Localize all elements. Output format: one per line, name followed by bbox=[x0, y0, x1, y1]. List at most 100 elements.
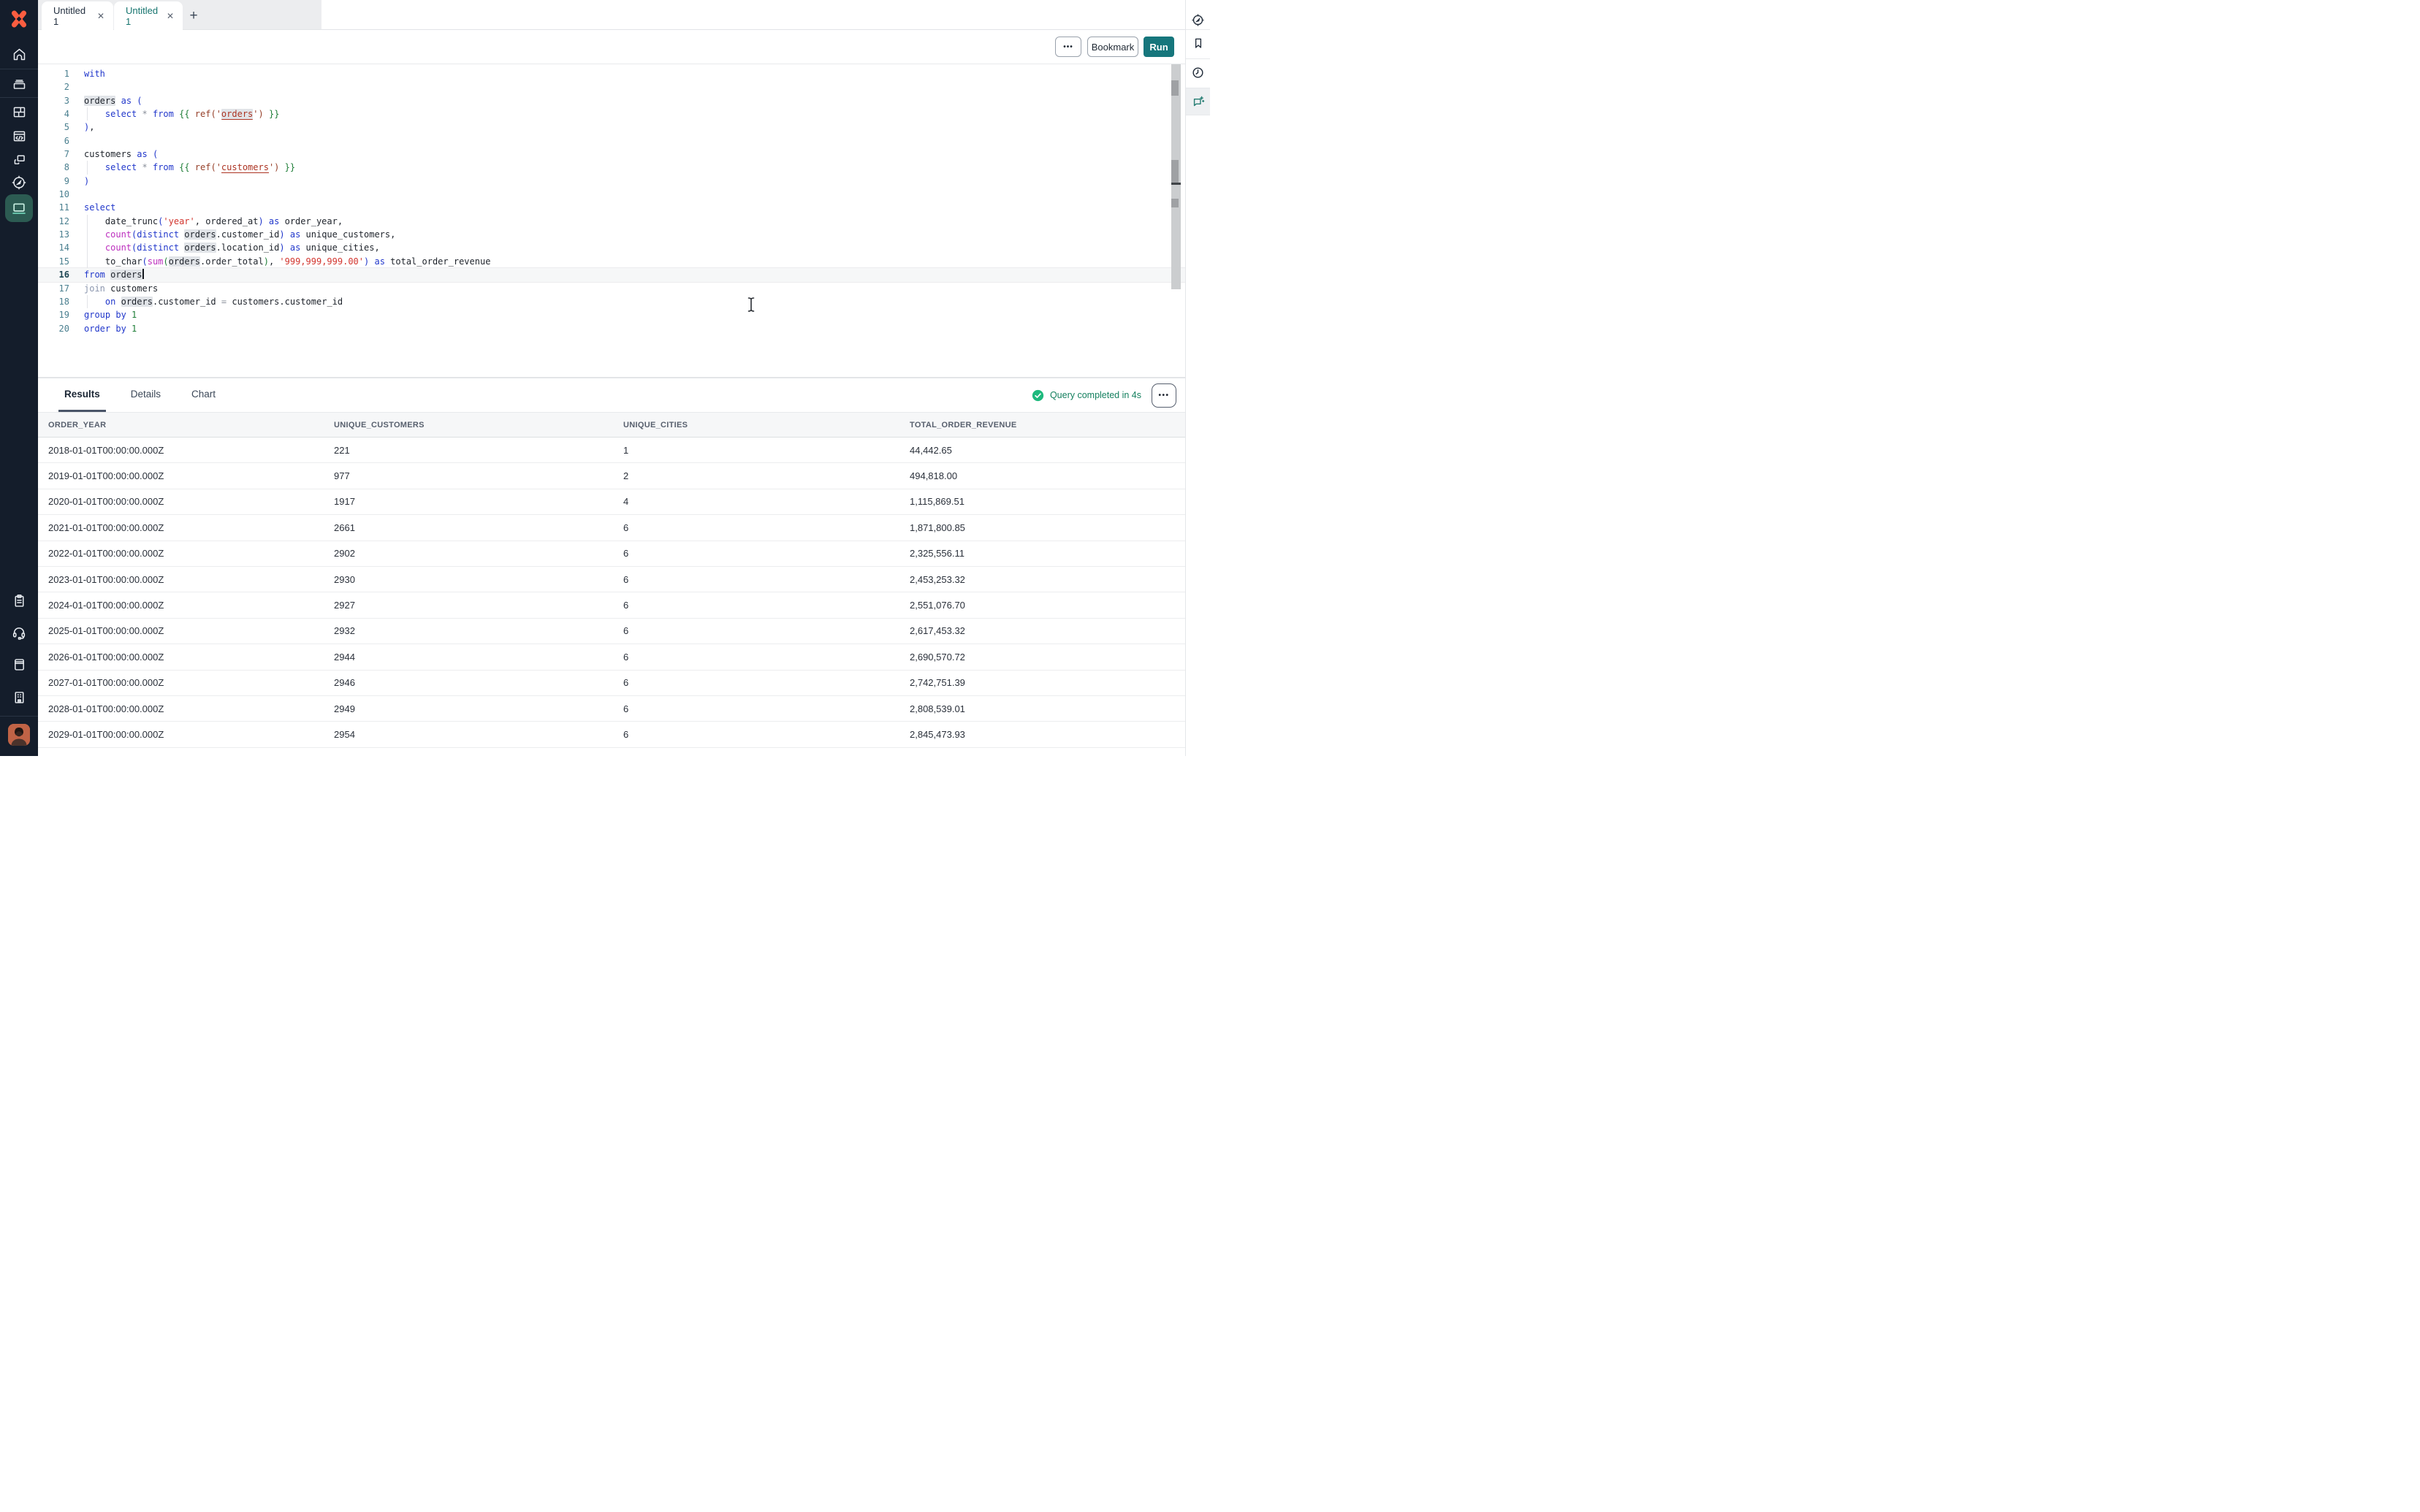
column-header[interactable]: UNIQUE_CUSTOMERS bbox=[324, 413, 613, 438]
code-line[interactable]: 18 on orders.customer_id = customers.cus… bbox=[38, 295, 1185, 308]
compass-icon bbox=[11, 175, 27, 191]
results-header: Results Details Chart Query completed in… bbox=[38, 378, 1185, 412]
sidebar-divider bbox=[0, 97, 38, 98]
indent-guide bbox=[87, 161, 88, 174]
line-number: 19 bbox=[38, 308, 69, 321]
close-icon[interactable]: ✕ bbox=[167, 11, 174, 21]
tab-label: Untitled 1 bbox=[126, 5, 160, 27]
code-line[interactable]: 4 select * from {{ ref('orders') }} bbox=[38, 107, 1185, 121]
table-cell: 6 bbox=[613, 566, 899, 592]
text-caret bbox=[142, 269, 144, 279]
table-row[interactable]: 2018-01-01T00:00:00.000Z221144,442.65 bbox=[38, 438, 1185, 463]
table-cell: 1917 bbox=[324, 489, 613, 514]
rail-item-bookmarks[interactable] bbox=[1186, 34, 1210, 53]
line-content: with bbox=[69, 67, 1185, 80]
table-row[interactable]: 2029-01-01T00:00:00.000Z295462,845,473.9… bbox=[38, 722, 1185, 747]
table-row[interactable]: 2026-01-01T00:00:00.000Z294462,690,570.7… bbox=[38, 644, 1185, 670]
code-line[interactable]: 16from orders bbox=[38, 268, 1185, 281]
sidebar-item-components[interactable] bbox=[0, 150, 38, 169]
table-row[interactable]: 2024-01-01T00:00:00.000Z292762,551,076.7… bbox=[38, 592, 1185, 618]
user-avatar[interactable] bbox=[8, 724, 30, 746]
tab-untitled-2[interactable]: Untitled 1 ✕ bbox=[114, 1, 183, 31]
editor-scrollbar[interactable] bbox=[1171, 64, 1181, 289]
code-line[interactable]: 14 count(distinct orders.location_id) as… bbox=[38, 241, 1185, 254]
close-icon[interactable]: ✕ bbox=[97, 11, 104, 21]
rail-item-ai-assistant[interactable] bbox=[1186, 88, 1210, 115]
table-cell: 2,453,253.32 bbox=[899, 566, 1185, 592]
sidebar-item-home[interactable] bbox=[0, 45, 38, 64]
scrollbar-marker bbox=[1171, 80, 1179, 96]
sidebar-item-docs[interactable] bbox=[0, 654, 38, 673]
code-line[interactable]: 10 bbox=[38, 188, 1185, 201]
tab-chart[interactable]: Chart bbox=[186, 378, 221, 412]
table-row[interactable]: 2027-01-01T00:00:00.000Z294662,742,751.3… bbox=[38, 670, 1185, 695]
column-header[interactable]: TOTAL_ORDER_REVENUE bbox=[899, 413, 1185, 438]
code-line[interactable]: 12 date_trunc('year', ordered_at) as ord… bbox=[38, 215, 1185, 228]
line-number: 12 bbox=[38, 215, 69, 228]
table-row[interactable]: 2022-01-01T00:00:00.000Z290262,325,556.1… bbox=[38, 541, 1185, 566]
tab-details[interactable]: Details bbox=[125, 378, 167, 412]
code-line[interactable]: 9) bbox=[38, 175, 1185, 188]
more-options-button[interactable]: ••• bbox=[1055, 37, 1081, 57]
table-row[interactable]: 2021-01-01T00:00:00.000Z266161,871,800.8… bbox=[38, 515, 1185, 541]
table-cell: 6 bbox=[613, 722, 899, 747]
column-header[interactable]: ORDER_YEAR bbox=[38, 413, 324, 438]
code-line[interactable]: 8 select * from {{ ref('customers') }} bbox=[38, 161, 1185, 174]
sidebar-item-editor-active[interactable] bbox=[5, 194, 33, 222]
indent-guide bbox=[87, 215, 88, 228]
code-line[interactable]: 5), bbox=[38, 121, 1185, 134]
table-cell: 2,325,556.11 bbox=[899, 541, 1185, 566]
table-row[interactable]: 2028-01-01T00:00:00.000Z294962,808,539.0… bbox=[38, 695, 1185, 721]
rail-item-history[interactable] bbox=[1186, 63, 1210, 82]
table-cell: 2932 bbox=[324, 618, 613, 644]
tab-untitled-1[interactable]: Untitled 1 ✕ bbox=[42, 1, 113, 31]
book-icon bbox=[12, 657, 27, 672]
sidebar-item-apps[interactable] bbox=[0, 102, 38, 121]
sidebar-item-changelog[interactable] bbox=[0, 591, 38, 610]
code-line[interactable]: 11select bbox=[38, 201, 1185, 214]
column-header[interactable]: UNIQUE_CITIES bbox=[613, 413, 899, 438]
code-line[interactable]: 20order by 1 bbox=[38, 322, 1185, 335]
table-cell: 2,808,539.01 bbox=[899, 695, 1185, 721]
table-cell: 2027-01-01T00:00:00.000Z bbox=[38, 670, 324, 695]
line-content: join customers bbox=[69, 282, 1185, 295]
new-tab-button[interactable]: + bbox=[184, 6, 203, 25]
tab-results[interactable]: Results bbox=[58, 378, 106, 412]
table-cell: 2021-01-01T00:00:00.000Z bbox=[38, 515, 324, 541]
run-button[interactable]: Run bbox=[1144, 37, 1174, 57]
code-line[interactable]: 7customers as ( bbox=[38, 148, 1185, 161]
code-line[interactable]: 19group by 1 bbox=[38, 308, 1185, 321]
sidebar-item-organization[interactable] bbox=[0, 687, 38, 706]
code-lines: 1with23orders as (4 select * from {{ ref… bbox=[38, 67, 1185, 335]
code-line[interactable]: 1with bbox=[38, 67, 1185, 80]
line-content: ) bbox=[69, 175, 1185, 188]
table-row[interactable]: 2023-01-01T00:00:00.000Z293062,453,253.3… bbox=[38, 566, 1185, 592]
bookmark-button[interactable]: Bookmark bbox=[1087, 37, 1138, 57]
sidebar-item-explore[interactable] bbox=[0, 173, 38, 192]
code-line[interactable]: 17join customers bbox=[38, 282, 1185, 295]
sidebar-item-collections[interactable] bbox=[0, 74, 38, 93]
line-number: 2 bbox=[38, 80, 69, 93]
table-cell: 1,871,800.85 bbox=[899, 515, 1185, 541]
table-row[interactable]: 2030-01-01T00:00:00.000Z287961,841,049.3… bbox=[38, 747, 1185, 756]
code-line[interactable]: 13 count(distinct orders.customer_id) as… bbox=[38, 228, 1185, 241]
table-cell: 2019-01-01T00:00:00.000Z bbox=[38, 463, 324, 489]
table-cell: 494,818.00 bbox=[899, 463, 1185, 489]
results-more-button[interactable]: ••• bbox=[1152, 383, 1176, 408]
hex-logo[interactable] bbox=[0, 8, 38, 30]
table-row[interactable]: 2019-01-01T00:00:00.000Z9772494,818.00 bbox=[38, 463, 1185, 489]
table-row[interactable]: 2025-01-01T00:00:00.000Z293262,617,453.3… bbox=[38, 618, 1185, 644]
check-circle-icon bbox=[1032, 389, 1044, 402]
sidebar-item-code[interactable] bbox=[0, 126, 38, 145]
code-line[interactable]: 2 bbox=[38, 80, 1185, 93]
sidebar-item-support[interactable] bbox=[0, 623, 38, 642]
code-line[interactable]: 15 to_char(sum(orders.order_total), '999… bbox=[38, 255, 1185, 268]
hex-logo-icon bbox=[8, 8, 30, 30]
table-cell: 6 bbox=[613, 515, 899, 541]
sql-editor[interactable]: 1with23orders as (4 select * from {{ ref… bbox=[38, 64, 1185, 378]
scrollbar-marker bbox=[1171, 160, 1179, 183]
code-line[interactable]: 3orders as ( bbox=[38, 94, 1185, 107]
table-row[interactable]: 2020-01-01T00:00:00.000Z191741,115,869.5… bbox=[38, 489, 1185, 514]
rail-item-explore[interactable] bbox=[1186, 10, 1210, 29]
code-line[interactable]: 6 bbox=[38, 134, 1185, 148]
